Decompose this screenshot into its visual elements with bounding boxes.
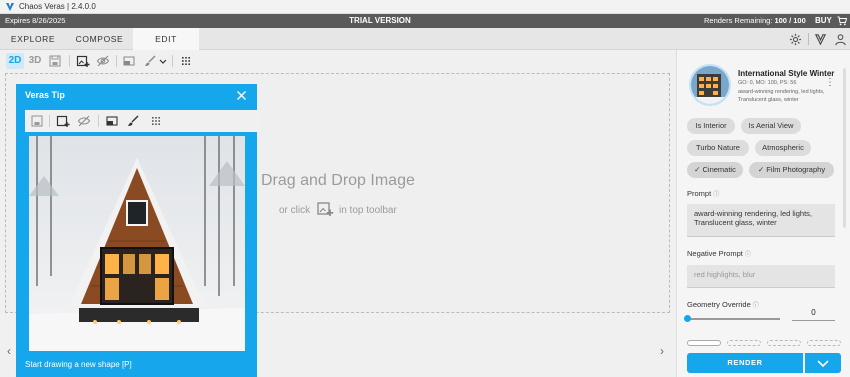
geometry-override-slider[interactable]	[687, 318, 780, 320]
tabs-divider	[808, 33, 809, 45]
chip-atmospheric[interactable]: Atmospheric	[755, 140, 811, 156]
hide-icon[interactable]	[96, 54, 110, 68]
geometry-override-label-row: Geometry Override ⓘ	[687, 300, 759, 309]
close-icon[interactable]	[236, 90, 247, 101]
drag-drop-or: or click	[279, 205, 311, 216]
tip-example-image	[29, 136, 245, 351]
prompt-label: Prompt	[687, 189, 712, 198]
info-icon[interactable]: ⓘ	[713, 192, 719, 198]
drag-drop-title: Drag and Drop Image	[261, 172, 415, 189]
panel-scrollbar[interactable]	[843, 68, 846, 228]
hide-icon	[77, 115, 91, 127]
negative-prompt-input[interactable]: red highlights, blur	[687, 265, 835, 288]
mask-icon	[106, 116, 118, 126]
style-panel: International Style Winter GO: 0, MO: 10…	[676, 50, 850, 377]
renders-remaining-value: 100 / 100	[774, 16, 806, 25]
toolbar-divider	[49, 115, 50, 127]
add-image-icon[interactable]	[316, 200, 334, 218]
style-name: International Style Winter	[738, 69, 835, 78]
render-slot[interactable]	[727, 340, 761, 346]
chip-cinematic[interactable]: ✓ Cinematic	[687, 162, 743, 178]
toolbar-divider	[69, 55, 70, 67]
main-tabs: EXPLORE COMPOSE EDIT	[0, 28, 850, 50]
kebab-icon[interactable]: ⋮	[825, 77, 835, 88]
trial-bar: Expires 8/26/2025 TRIAL VERSION Renders …	[0, 14, 850, 39]
negative-prompt-label-row: Negative Prompt ⓘ	[687, 249, 751, 258]
user-icon[interactable]	[834, 33, 847, 46]
chevron-down-icon[interactable]	[158, 54, 168, 68]
render-button[interactable]: RENDER	[687, 353, 803, 373]
brush-icon	[128, 115, 139, 126]
save-icon	[31, 115, 43, 127]
style-meta: GO: 0, MO: 100, PS: 56	[738, 80, 797, 86]
negative-prompt-label: Negative Prompt	[687, 249, 743, 258]
info-icon[interactable]: ⓘ	[753, 303, 759, 309]
toolbar-divider	[172, 55, 173, 67]
window-title: Chaos Veras | 2.4.0.0	[19, 2, 96, 11]
trial-version-label: TRIAL VERSION	[349, 16, 411, 25]
save-icon[interactable]	[48, 54, 62, 68]
style-thumbnail[interactable]	[689, 64, 731, 106]
render-options-button[interactable]	[805, 353, 841, 373]
window-titlebar: Chaos Veras | 2.4.0.0	[0, 0, 850, 14]
drag-drop-rest: in top toolbar	[339, 205, 397, 216]
add-image-icon	[56, 115, 70, 127]
veras-logo-icon	[6, 3, 14, 11]
mask-icon[interactable]	[122, 54, 136, 68]
chip-is-interior[interactable]: Is Interior	[687, 118, 735, 134]
renders-remaining: Renders Remaining: 100 / 100	[704, 14, 806, 28]
geometry-override-label: Geometry Override	[687, 300, 751, 309]
grid-icon	[152, 117, 160, 125]
chevron-down-icon	[817, 360, 829, 368]
prompt-input[interactable]: award-winning rendering, led lights, Tra…	[687, 204, 835, 237]
chip-is-aerial-view[interactable]: Is Aerial View	[741, 118, 801, 134]
tab-explore[interactable]: EXPLORE	[0, 28, 66, 50]
tab-edit[interactable]: EDIT	[133, 28, 199, 50]
tip-header: Veras Tip	[16, 84, 257, 108]
tip-footer-text: Start drawing a new shape [P]	[25, 360, 132, 369]
style-description: award-winning rendering, led lights, Tra…	[738, 89, 825, 103]
geometry-override-slider-handle[interactable]	[684, 315, 691, 322]
tip-toolbar-preview	[25, 110, 261, 132]
veras-tip-popup: Veras Tip Start drawing a new shape [P]	[16, 84, 261, 377]
mode-3d-button[interactable]: 3D	[26, 53, 44, 69]
render-slot[interactable]	[767, 340, 801, 346]
add-image-icon[interactable]	[76, 54, 90, 68]
brand-icon[interactable]	[814, 33, 827, 46]
render-slot[interactable]	[807, 340, 841, 346]
tip-title: Veras Tip	[25, 90, 65, 100]
tab-compose[interactable]: COMPOSE	[66, 28, 133, 50]
render-slot[interactable]	[687, 340, 721, 346]
toolbar-divider	[98, 115, 99, 127]
renders-remaining-label: Renders Remaining:	[704, 16, 773, 25]
a-frame-cabin-illustration	[29, 136, 245, 351]
mode-2d-button[interactable]: 2D	[6, 53, 24, 69]
chevron-left-icon[interactable]: ‹	[7, 344, 11, 358]
grid-icon[interactable]	[179, 54, 193, 68]
geometry-override-value[interactable]: 0	[792, 305, 835, 321]
edit-toolbar: 2D 3D	[0, 50, 676, 72]
brush-icon[interactable]	[143, 54, 157, 68]
prompt-label-row: Prompt ⓘ	[687, 189, 719, 198]
gear-icon[interactable]	[789, 33, 802, 46]
cart-icon[interactable]	[837, 16, 847, 26]
info-icon[interactable]: ⓘ	[745, 252, 751, 258]
chip-turbo-nature[interactable]: Turbo Nature	[687, 140, 749, 156]
toolbar-divider	[116, 55, 117, 67]
building-thumbnail-image	[691, 66, 729, 104]
chevron-right-icon[interactable]: ›	[660, 344, 664, 358]
chip-film-photography[interactable]: ✓ Film Photography	[749, 162, 834, 178]
